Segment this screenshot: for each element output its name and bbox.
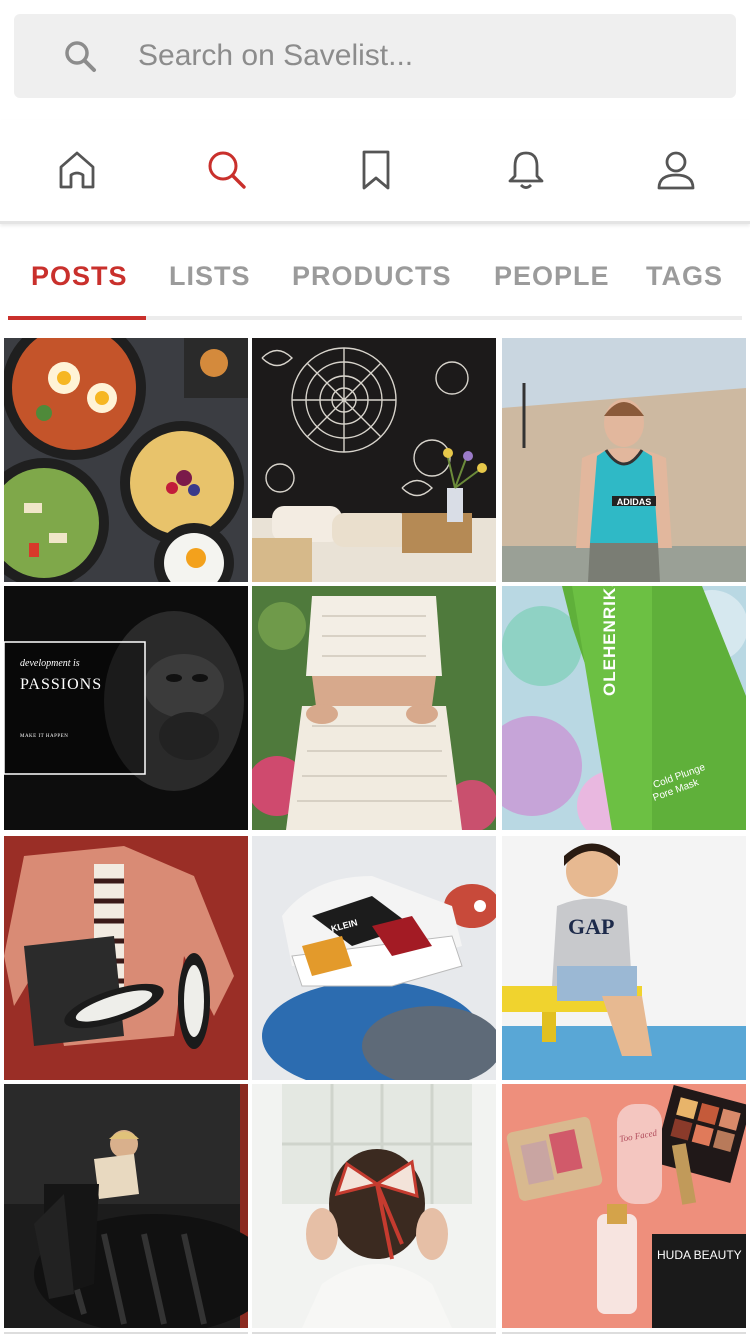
post-makeup-flatlay[interactable]: HUDA BEAUTY Too Faced — [502, 1084, 746, 1328]
post-gap-kid[interactable]: GAP — [502, 836, 746, 1080]
tab-people[interactable]: PEOPLE — [494, 261, 610, 292]
post-food-skillets[interactable] — [4, 338, 248, 582]
post-sneakers[interactable]: KLEIN — [252, 836, 496, 1080]
search-bar[interactable]: Search on Savelist... — [14, 14, 736, 98]
tab-lists[interactable]: LISTS — [169, 261, 251, 292]
post-hair-scarf[interactable] — [252, 1084, 496, 1328]
post-crochet-set[interactable] — [252, 586, 496, 830]
post-outfit-flatlay[interactable] — [4, 836, 248, 1080]
search-icon — [205, 148, 249, 197]
active-tab-indicator — [8, 316, 146, 320]
kid-shirt-text: GAP — [568, 914, 615, 939]
post-tank-top-model[interactable]: ADIDAS — [502, 338, 746, 582]
tank-logo-text: ADIDAS — [617, 497, 652, 507]
gorilla-small-text: development is — [20, 658, 80, 669]
post-tapestry-bedroom[interactable] — [252, 338, 496, 582]
post-gorilla-quote[interactable]: development is PASSIONS MAKE IT HAPPEN — [4, 586, 248, 830]
bottom-nav — [0, 120, 750, 224]
bell-icon — [504, 148, 548, 197]
post-tire-workout[interactable] — [4, 1084, 248, 1328]
search-input[interactable]: Search on Savelist... — [138, 39, 413, 73]
home-icon — [55, 148, 99, 197]
nav-home-button[interactable] — [51, 146, 103, 198]
nav-notifications-button[interactable] — [500, 146, 552, 198]
nav-search-button[interactable] — [201, 146, 253, 198]
nav-profile-button[interactable] — [650, 146, 702, 198]
makeup-brand-text: HUDA BEAUTY — [657, 1248, 742, 1262]
savelist-explore-screen: Search on Savelist... POSTS LISTS PRODUC… — [0, 0, 750, 1334]
tab-products[interactable]: PRODUCTS — [292, 261, 452, 292]
post-olehenriksen-mask[interactable]: OLEHENRIKSEN Cold Plunge Pore Mask — [502, 586, 746, 830]
tab-posts[interactable]: POSTS — [31, 261, 128, 292]
profile-icon — [654, 148, 698, 197]
tab-tags[interactable]: TAGS — [646, 261, 723, 292]
gorilla-title-text: PASSIONS — [20, 676, 103, 693]
bookmark-icon — [354, 148, 398, 197]
skincare-brand-text: OLEHENRIKSEN — [600, 586, 619, 696]
gorilla-tiny-text: MAKE IT HAPPEN — [20, 734, 69, 739]
search-icon — [62, 38, 98, 74]
nav-saved-button[interactable] — [350, 146, 402, 198]
